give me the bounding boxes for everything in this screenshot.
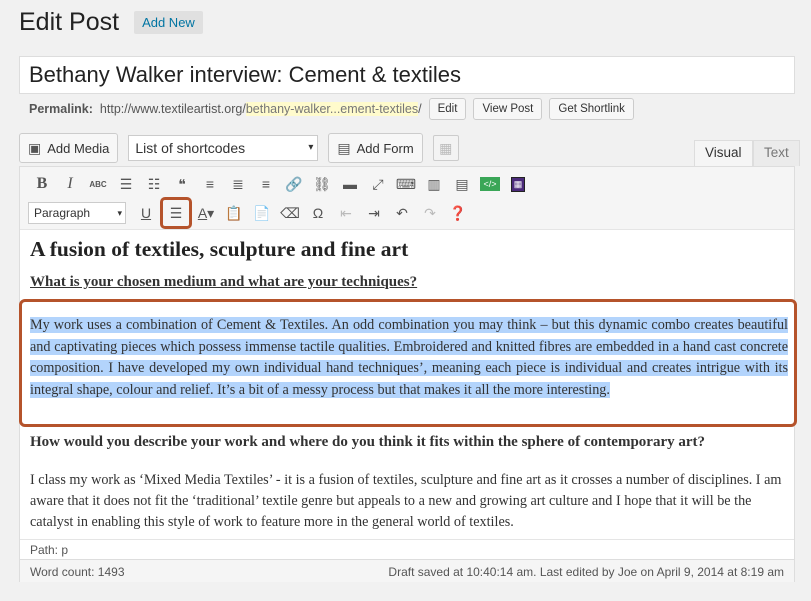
media-buttons-row: ▣ Add Media List of shortcodes ▾ ▤ Add F… (19, 133, 459, 163)
grid-plugin-icon[interactable]: ▦ (504, 171, 532, 197)
permalink-url[interactable]: http://www.textileartist.org/bethany-wal… (100, 102, 422, 116)
toolbar-row-1: B I ABC ☰ ☷ ❝ ≡ ≣ ≡ 🔗 ⛓ ▬ ⤢ ⌨ ▥ ▤ </> ▦ (28, 171, 532, 197)
table-icon[interactable]: ▤ (448, 171, 476, 197)
content-heading: A fusion of textiles, sculpture and fine… (30, 237, 409, 261)
shortcodes-select-value: List of shortcodes (135, 140, 246, 156)
word-count: Word count: 1493 (30, 565, 125, 579)
permalink-base: http://www.textileartist.org/ (99, 102, 246, 116)
unlink-icon[interactable]: ⛓ (308, 171, 336, 197)
chevron-down-icon: ▾ (117, 208, 122, 218)
page-title: Edit Post (19, 8, 120, 36)
bold-icon[interactable]: B (28, 171, 56, 197)
align-left-icon[interactable]: ≡ (196, 171, 224, 197)
paste-word-icon[interactable]: 📄 (248, 200, 276, 226)
content-question-1: What is your chosen medium and what are … (30, 274, 418, 290)
edit-permalink-button[interactable]: Edit (428, 98, 467, 120)
permalink-row: Permalink: http://www.textileartist.org/… (29, 98, 634, 120)
add-media-label: Add Media (47, 140, 110, 156)
indent-icon[interactable]: ⇥ (360, 200, 388, 226)
heading-row: Edit Post Add New (19, 8, 203, 37)
clear-formatting-icon[interactable]: ⌫ (276, 200, 304, 226)
add-media-button[interactable]: ▣ Add Media (19, 133, 119, 163)
format-select[interactable]: Paragraph ▾ (28, 202, 126, 224)
justify-icon[interactable]: ☰ (160, 197, 192, 229)
strikethrough-icon[interactable]: ABC (84, 171, 112, 197)
draft-saved-status: Draft saved at 10:40:14 am. Last edited … (388, 565, 784, 579)
permalink-trail: / (418, 102, 422, 116)
bullet-list-icon[interactable]: ☰ (112, 171, 140, 197)
tab-text[interactable]: Text (753, 140, 800, 166)
content-paragraph-2: I class my work as ‘Mixed Media Textiles… (30, 472, 782, 530)
table-grid-icon[interactable]: ▦ (432, 135, 459, 161)
align-right-icon[interactable]: ≡ (252, 171, 280, 197)
path-bar: Path: p (20, 539, 794, 559)
html-code-icon[interactable]: </> (476, 171, 504, 197)
underline-icon[interactable]: U (132, 200, 160, 226)
view-post-button[interactable]: View Post (473, 98, 543, 120)
permalink-slug[interactable]: bethany-walker...ement-textiles (245, 102, 419, 116)
columns-icon[interactable]: ▥ (420, 171, 448, 197)
fullscreen-icon[interactable]: ⤢ (364, 171, 392, 197)
status-bar: Word count: 1493 Draft saved at 10:40:14… (20, 559, 794, 582)
undo-icon[interactable]: ↶ (388, 200, 416, 226)
add-form-button[interactable]: ▤ Add Form (328, 133, 423, 163)
content-paragraph-1: My work uses a combination of Cement & T… (30, 315, 788, 401)
editor-toolbar: B I ABC ☰ ☷ ❝ ≡ ≣ ≡ 🔗 ⛓ ▬ ⤢ ⌨ ▥ ▤ </> ▦ … (20, 167, 794, 230)
read-more-icon[interactable]: ▬ (336, 171, 364, 197)
get-shortlink-button[interactable]: Get Shortlink (549, 98, 634, 120)
add-form-label: Add Form (356, 140, 414, 156)
grid-plugin-glyph: ▦ (510, 176, 526, 192)
shortcodes-select[interactable]: List of shortcodes ▾ (128, 135, 319, 161)
help-icon[interactable]: ❓ (444, 200, 472, 226)
toolbar-row-2: Paragraph ▾ U ☰ A ▾ 📋 📄 ⌫ Ω ⇤ ⇥ ↶ ↷ ❓ (28, 197, 472, 229)
text-color-icon[interactable]: A ▾ (192, 200, 220, 226)
format-select-value: Paragraph (34, 206, 91, 220)
redo-icon[interactable]: ↷ (416, 200, 444, 226)
italic-icon[interactable]: I (56, 171, 84, 197)
form-icon: ▤ (337, 139, 351, 156)
paste-text-icon[interactable]: 📋 (220, 200, 248, 226)
content-question-2: How would you describe your work and whe… (30, 434, 706, 450)
toolbar-toggle-icon[interactable]: ⌨ (392, 171, 420, 197)
align-center-icon[interactable]: ≣ (224, 171, 252, 197)
insert-link-icon[interactable]: 🔗 (280, 171, 308, 197)
special-character-icon[interactable]: Ω (304, 200, 332, 226)
editor-content[interactable]: A fusion of textiles, sculpture and fine… (30, 231, 788, 530)
tab-visual[interactable]: Visual (694, 140, 753, 166)
editor: B I ABC ☰ ☷ ❝ ≡ ≣ ≡ 🔗 ⛓ ▬ ⤢ ⌨ ▥ ▤ </> ▦ … (19, 166, 795, 582)
blockquote-icon[interactable]: ❝ (168, 171, 196, 197)
numbered-list-icon[interactable]: ☷ (140, 171, 168, 197)
media-icon: ▣ (28, 139, 42, 156)
post-title-input[interactable]: Bethany Walker interview: Cement & texti… (19, 56, 795, 94)
outdent-icon[interactable]: ⇤ (332, 200, 360, 226)
permalink-label: Permalink: (29, 102, 93, 116)
html-code-label: </> (480, 177, 500, 191)
selected-text: My work uses a combination of Cement & T… (30, 317, 788, 398)
chevron-down-icon: ▾ (308, 142, 314, 153)
add-new-button[interactable]: Add New (134, 11, 203, 34)
